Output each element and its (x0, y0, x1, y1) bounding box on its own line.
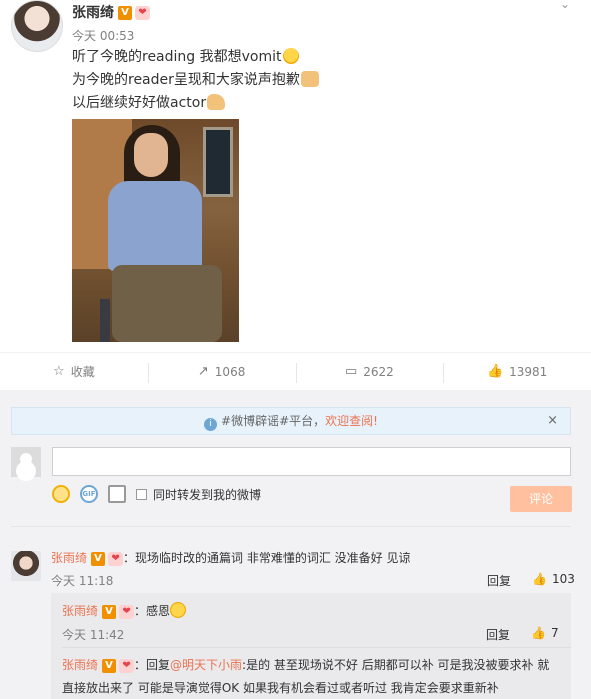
rumor-notice: i #微博辟谣#平台，欢迎查阅! × (11, 407, 571, 435)
favorite-button[interactable]: ☆ 收藏 (0, 353, 148, 390)
emoji-icon[interactable] (52, 485, 70, 503)
thumbs-up-icon: 👍 (486, 364, 504, 379)
laugh-emoji-icon (282, 48, 299, 64)
fan-badge-icon: ❤ (135, 6, 150, 20)
user-avatar (11, 447, 41, 477)
comment-section: i #微博辟谣#平台，欢迎查阅! × GIF 同时转发到我的微博 评论 张雨绮 V ❤… (0, 390, 591, 699)
reply-text-continued: 直接放出来了 可能是导演觉得OK 如果我有机会看过或者听过 我肯定会要求重新补 (62, 681, 499, 695)
verified-badge-icon: V (118, 6, 132, 20)
post-content: 听了今晚的reading 我都想vomit 为今晚的reader呈现和大家说声抱… (72, 46, 572, 115)
post-line: 以后继续好好做actor (72, 92, 572, 115)
verified-badge-icon: V (102, 604, 117, 619)
post-line: 听了今晚的reading 我都想vomit (72, 46, 572, 69)
comment-button[interactable]: ▭ 2622 (295, 353, 444, 390)
reply-author[interactable]: 张雨绮 (62, 658, 98, 672)
chevron-down-icon[interactable]: ⌄ (560, 0, 574, 11)
star-icon: ☆ (53, 364, 65, 379)
reply-time: 今天 11:42 (62, 628, 125, 642)
reply-text: 张雨绮 V ❤ ：感恩 (62, 602, 187, 619)
reply-author[interactable]: 张雨绮 (62, 604, 98, 618)
fan-badge-icon: ❤ (108, 551, 124, 566)
thumbs-up-icon: 👍 (531, 626, 546, 640)
comment-author[interactable]: 张雨绮 (51, 551, 87, 565)
comment-like-button[interactable]: 👍 103 (532, 572, 575, 586)
comment-avatar[interactable] (11, 551, 41, 581)
weibo-post: 张雨绮 V ❤ ⌄ 今天 00:53 听了今晚的reading 我都想vomit 为… (0, 0, 591, 352)
blush-emoji-icon (170, 602, 187, 618)
post-author[interactable]: 张雨绮 V ❤ (72, 2, 150, 22)
mention-link[interactable]: @明天下小雨 (170, 658, 242, 672)
info-icon: i (204, 418, 218, 431)
fan-badge-icon: ❤ (119, 658, 135, 673)
gif-icon[interactable]: GIF (80, 485, 98, 503)
post-time[interactable]: 今天 00:53 (72, 27, 134, 44)
thumbs-up-icon: 👍 (532, 572, 547, 586)
verified-badge-icon: V (102, 658, 117, 673)
author-name[interactable]: 张雨绮 (72, 5, 114, 21)
notice-link[interactable]: 欢迎查阅! (325, 414, 378, 428)
comment-text: 张雨绮 V ❤ ：现场临时改的通篇词 非常难懂的词汇 没准备好 见谅 (51, 551, 411, 566)
sync-label: 同时转发到我的微博 (153, 487, 262, 502)
reply-button[interactable]: 回复 (487, 572, 511, 589)
reply-button[interactable]: 回复 (486, 626, 510, 643)
verified-badge-icon: V (91, 551, 106, 566)
comment-icon: ▭ (344, 364, 358, 379)
sync-checkbox[interactable] (136, 488, 147, 500)
repost-icon: ↗ (197, 364, 209, 379)
submit-comment-button[interactable]: 评论 (510, 486, 572, 512)
composer-tools: GIF 同时转发到我的微博 (52, 485, 261, 503)
divider (11, 526, 571, 527)
image-icon[interactable] (108, 485, 126, 503)
post-photo[interactable] (72, 119, 239, 342)
reply-text: 张雨绮 V ❤ ：回复@明天下小雨:是的 甚至现场说不好 后期都可以补 可是我没被要求… (62, 658, 550, 673)
comment-time: 今天 11:18 (51, 574, 114, 588)
comment-input[interactable] (52, 447, 571, 476)
clap-emoji-icon (300, 71, 319, 87)
fan-badge-icon: ❤ (119, 604, 135, 619)
repost-button[interactable]: ↗ 1068 (147, 353, 296, 390)
muscle-emoji-icon (207, 94, 226, 110)
post-action-bar: ☆ 收藏 ↗ 1068 ▭ 2622 👍 13981 (0, 352, 591, 390)
author-avatar[interactable] (11, 0, 63, 52)
post-line: 为今晚的reader呈现和大家说声抱歉 (72, 69, 572, 92)
close-icon[interactable]: × (547, 408, 558, 434)
reply-like-button[interactable]: 👍 7 (531, 626, 559, 640)
like-button[interactable]: 👍 13981 (443, 353, 591, 390)
divider (62, 647, 571, 648)
